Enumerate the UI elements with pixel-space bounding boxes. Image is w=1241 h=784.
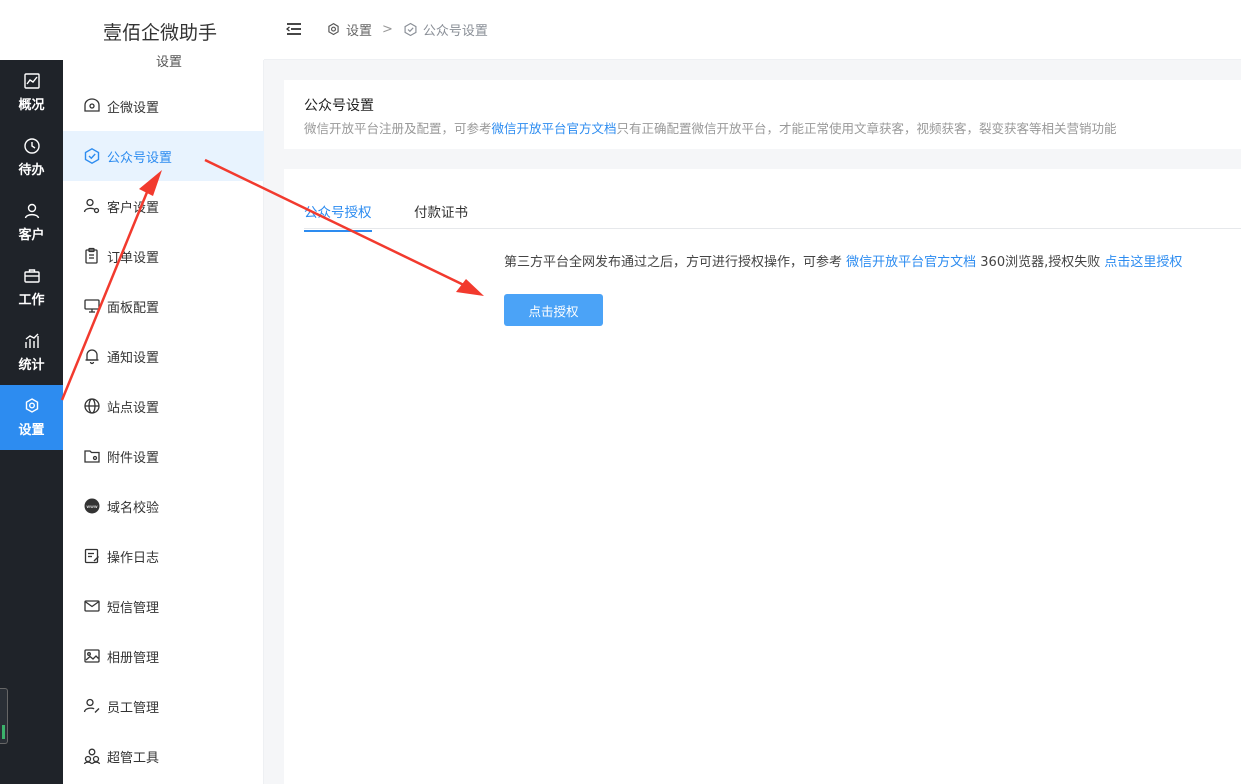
badge-check-icon [84, 147, 100, 165]
menu-toggle-icon[interactable] [286, 22, 302, 36]
globe-icon [84, 398, 100, 414]
briefcase-icon [23, 269, 40, 283]
svg-text:www: www [86, 505, 98, 510]
www-icon: www [84, 498, 100, 514]
chart-line-icon [23, 73, 40, 89]
bell-icon [85, 349, 99, 365]
authorize-button[interactable]: 点击授权 [504, 294, 603, 326]
submenu-item-site[interactable]: 站点设置 [63, 381, 264, 431]
app-title: 壹佰企微助手 [103, 22, 218, 44]
main-card: 公众号授权 付款证书 第三方平台全网发布通过之后，方可进行授权操作，可参考 微信… [284, 169, 1241, 784]
submenu-item-label: 通知设置 [107, 350, 160, 366]
info-card: 公众号设置 微信开放平台注册及配置，可参考微信开放平台官方文档只有正确配置微信开… [284, 80, 1241, 149]
breadcrumb: 设置 > 公众号设置 [326, 20, 488, 39]
rail-item-customers[interactable]: 客户 [0, 190, 63, 255]
rail-item-overview[interactable]: 概况 [0, 60, 63, 125]
clipboard-icon [85, 247, 98, 264]
submenu-item-oplog[interactable]: 操作日志 [63, 531, 264, 581]
submenu-item-album[interactable]: 相册管理 [63, 631, 264, 681]
users-icon [83, 748, 101, 765]
tab-official-account-auth[interactable]: 公众号授权 [304, 201, 372, 232]
brand-area: 壹佰企微助手 设置 [63, 0, 264, 70]
user-edit-icon [83, 698, 100, 713]
bar-chart-icon [24, 333, 39, 348]
badge-check-icon [404, 22, 417, 37]
submenu-item-label: 公众号设置 [107, 150, 173, 166]
submenu-item-wecom[interactable]: 企微设置 [63, 81, 264, 131]
doc-link[interactable]: 微信开放平台官方文档 [846, 255, 976, 270]
info-desc-text: 微信开放平台注册及配置，可参考 [304, 121, 492, 136]
folder-icon [84, 450, 100, 463]
submenu-item-official-account[interactable]: 公众号设置 [63, 131, 264, 181]
image-icon [84, 649, 100, 663]
rail-item-label: 客户 [18, 228, 45, 243]
auth-instructions: 第三方平台全网发布通过之后，方可进行授权操作，可参考 微信开放平台官方文档 36… [504, 251, 1182, 270]
submenu-item-label: 客户设置 [107, 200, 160, 216]
rail-item-label: 概况 [18, 98, 45, 113]
submenu-item-notify[interactable]: 通知设置 [63, 331, 264, 381]
section-title: 设置 [150, 51, 189, 70]
collapse-handle[interactable] [0, 688, 8, 744]
breadcrumb-label: 公众号设置 [422, 24, 488, 39]
settings-submenu: 企微设置 公众号设置 客户设置 订单设置 面板配置 通知设置 站点设置 附件设置… [63, 60, 264, 784]
auth-text: 360浏览器,授权失败 [976, 255, 1105, 270]
retry-auth-link[interactable]: 点击这里授权 [1104, 255, 1182, 270]
submenu-item-label: 超管工具 [107, 750, 160, 766]
submenu-item-label: 相册管理 [107, 650, 160, 666]
monitor-icon [84, 299, 100, 313]
info-desc-text: 只有正确配置微信开放平台，才能正常使用文章获客，视频获客，裂变获客等相关营销功能 [616, 121, 1117, 136]
submenu-item-customer[interactable]: 客户设置 [63, 181, 264, 231]
main-nav-rail: 概况 待办 客户 工作 统计 设置 [0, 60, 63, 784]
breadcrumb-current: 公众号设置 [403, 20, 488, 39]
top-header: 设置 > 公众号设置 [264, 0, 1241, 60]
tab-bar: 公众号授权 付款证书 [304, 191, 1241, 232]
info-title: 公众号设置 [304, 98, 374, 114]
submenu-item-label: 操作日志 [107, 550, 160, 566]
breadcrumb-label: 设置 [346, 24, 373, 39]
submenu-item-label: 域名校验 [107, 500, 160, 516]
info-description: 微信开放平台注册及配置，可参考微信开放平台官方文档只有正确配置微信开放平台，才能… [304, 118, 1117, 137]
submenu-item-label: 员工管理 [107, 700, 160, 716]
submenu-item-label: 短信管理 [107, 600, 160, 616]
auth-text: 第三方平台全网发布通过之后，方可进行授权操作，可参考 [504, 255, 847, 270]
submenu-item-staff[interactable]: 员工管理 [63, 681, 264, 731]
gear-icon [328, 22, 339, 36]
wecom-icon [84, 98, 100, 112]
rail-item-label: 工作 [18, 293, 45, 308]
gear-icon [25, 398, 38, 413]
rail-item-work[interactable]: 工作 [0, 255, 63, 320]
rail-item-label: 统计 [18, 358, 45, 373]
submenu-item-attachment[interactable]: 附件设置 [63, 431, 264, 481]
rail-item-label: 设置 [18, 423, 45, 438]
log-icon [84, 548, 99, 564]
submenu-item-sms[interactable]: 短信管理 [63, 581, 264, 631]
tab-payment-cert[interactable]: 付款证书 [414, 201, 468, 230]
submenu-item-label: 附件设置 [107, 450, 160, 466]
rail-item-settings[interactable]: 设置 [0, 385, 63, 450]
submenu-item-admin-tools[interactable]: 超管工具 [63, 731, 264, 781]
submenu-item-label: 站点设置 [107, 400, 160, 416]
submenu-item-order[interactable]: 订单设置 [63, 231, 264, 281]
handle-indicator [2, 725, 5, 739]
submenu-item-label: 订单设置 [107, 250, 160, 266]
brand-corner [0, 0, 63, 60]
doc-link[interactable]: 微信开放平台官方文档 [492, 121, 617, 136]
submenu-item-label: 企微设置 [107, 100, 160, 116]
mail-icon [84, 600, 100, 612]
rail-item-todo[interactable]: 待办 [0, 125, 63, 190]
user-gear-icon [83, 198, 100, 214]
user-icon [24, 203, 39, 219]
clock-icon [23, 138, 40, 154]
rail-item-label: 待办 [18, 163, 45, 178]
breadcrumb-separator: > [382, 22, 393, 37]
breadcrumb-settings[interactable]: 设置 [326, 20, 372, 39]
rail-item-stats[interactable]: 统计 [0, 320, 63, 385]
submenu-item-label: 面板配置 [107, 300, 160, 316]
submenu-item-domain[interactable]: www 域名校验 [63, 481, 264, 531]
submenu-item-panel[interactable]: 面板配置 [63, 281, 264, 331]
